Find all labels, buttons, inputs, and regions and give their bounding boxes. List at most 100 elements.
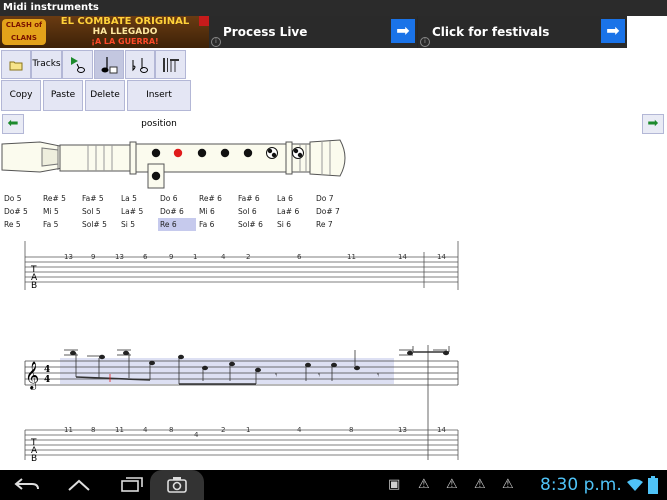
tab-staff-1[interactable]: T A B 13 9 13 6 9 1 4 2 6 11 14 14 — [0, 236, 470, 296]
paste-label: Paste — [50, 90, 76, 100]
note-option[interactable]: La 6 — [277, 192, 313, 205]
warning-icon[interactable]: ⚠ — [418, 470, 430, 500]
measure-icon — [162, 58, 179, 72]
note-option[interactable]: Re 7 — [316, 218, 352, 231]
ad-info-icon[interactable]: i — [211, 37, 221, 47]
fret-number: 9 — [169, 253, 173, 261]
screenshot-button[interactable] — [150, 470, 204, 500]
back-icon[interactable] — [14, 477, 40, 493]
fret-number: 8 — [169, 426, 173, 434]
note-label: Do# 5 — [4, 207, 28, 216]
arrow-right-icon[interactable]: ➡ — [601, 19, 625, 43]
note-option[interactable]: Fa 6 — [199, 218, 235, 231]
note-mode-button[interactable] — [94, 50, 124, 79]
note-label: Sol 5 — [82, 207, 101, 216]
hole-closed-icon — [243, 148, 253, 158]
note-option[interactable]: Sol 6 — [238, 205, 274, 218]
hole-double-icon — [292, 147, 304, 159]
play-button[interactable] — [62, 50, 93, 79]
fret-number: 6 — [143, 253, 148, 261]
rest-mode-button[interactable] — [125, 50, 155, 79]
note-option[interactable]: La# 6 — [277, 205, 313, 218]
warning-icon[interactable]: ⚠ — [474, 470, 486, 500]
ad-banner[interactable]: CLASH of CLANS EL COMBATE ORIGINAL HA LL… — [0, 16, 627, 48]
note-option[interactable]: Mi 5 — [43, 205, 79, 218]
note-label: Mi 6 — [199, 207, 215, 216]
note-label: Si 5 — [121, 220, 136, 229]
warning-icon[interactable]: ⚠ — [446, 470, 458, 500]
hole-double-icon — [266, 147, 278, 159]
note-option[interactable]: Do# 7 — [316, 205, 352, 218]
insert-position-button[interactable]: Insert position — [127, 80, 191, 129]
note-option[interactable]: La 5 — [121, 192, 157, 205]
note-option[interactable]: Re 5 — [4, 218, 40, 231]
ad-clash-of-clans[interactable]: CLASH of CLANS EL COMBATE ORIGINAL HA LL… — [0, 16, 209, 48]
note-option[interactable]: Mi 6 — [199, 205, 235, 218]
warning-icon[interactable]: ⚠ — [502, 470, 514, 500]
fret-number: 4 — [143, 426, 148, 434]
recent-apps-icon[interactable] — [120, 477, 144, 493]
fret-number: 11 — [115, 426, 124, 434]
note-option[interactable]: Do# 5 — [4, 205, 40, 218]
recorder-icon — [1, 139, 346, 189]
home-icon[interactable] — [66, 478, 92, 492]
note-label: Do 7 — [316, 194, 334, 203]
note-option[interactable]: Sol 5 — [82, 205, 118, 218]
note-option[interactable]: Fa# 5 — [82, 192, 118, 205]
thumb-hole-icon — [151, 171, 161, 181]
tracks-button[interactable]: Tracks — [31, 50, 62, 79]
note-label: Do# 7 — [316, 207, 340, 216]
clash-logo-text: CLASH of CLANS — [5, 21, 43, 42]
note-label: Si 6 — [277, 220, 292, 229]
fret-number: 4 — [194, 431, 199, 439]
fret-number: 8 — [349, 426, 353, 434]
fret-number: 2 — [221, 426, 225, 434]
note-option[interactable]: Do 5 — [4, 192, 40, 205]
fret-number: 11 — [347, 253, 356, 261]
clash-line-2: HA LLEGADO — [92, 27, 158, 37]
fret-number: 4 — [221, 253, 226, 261]
note-option[interactable]: Fa 5 — [43, 218, 79, 231]
paste-button[interactable]: Paste — [43, 80, 83, 111]
fret-number: 14 — [437, 426, 446, 434]
ad-festivals[interactable]: i Click for festivals ➡ — [418, 16, 627, 48]
folder-icon — [9, 61, 23, 71]
copy-button[interactable]: Copy — [1, 80, 41, 111]
hole-closed-icon — [197, 148, 207, 158]
measure-button[interactable] — [155, 50, 186, 79]
ad-process-live[interactable]: i Process Live ➡ — [209, 16, 417, 48]
note-option[interactable]: Sol# 5 — [82, 218, 118, 231]
arrow-right-icon[interactable]: ➡ — [391, 19, 415, 43]
note-option[interactable]: Do 6 — [160, 192, 196, 205]
delete-button[interactable]: Delete — [85, 80, 125, 111]
music-staff-2[interactable]: 𝄞 4 4 𝄾 𝄾 𝄾 T A B 11 8 11 4 8 4 2 1 4 8 … — [0, 340, 470, 470]
note-label: Do 6 — [160, 194, 178, 203]
note-label: Do 5 — [4, 194, 22, 203]
ad-process-live-label: Process Live — [223, 25, 308, 39]
recorder-fingering-chart — [1, 139, 346, 189]
ad-info-icon[interactable]: i — [420, 37, 430, 47]
note-option[interactable]: Sol# 6 — [238, 218, 274, 231]
note-option[interactable]: Re# 5 — [43, 192, 79, 205]
note-option[interactable]: Si 6 — [277, 218, 313, 231]
next-button[interactable]: ➡ — [642, 114, 664, 134]
note-label: Sol# 6 — [238, 220, 263, 229]
note-option[interactable]: Fa# 6 — [238, 192, 274, 205]
note-option-selected[interactable]: Re 6 — [158, 218, 196, 231]
note-option[interactable]: Re# 6 — [199, 192, 235, 205]
note-option[interactable]: Do 7 — [316, 192, 352, 205]
clock[interactable]: 8:30 p.m. — [540, 470, 622, 500]
tracks-label: Tracks — [32, 59, 61, 69]
clash-logo: CLASH of CLANS — [2, 19, 46, 45]
fret-number: 8 — [91, 426, 95, 434]
note-option[interactable]: Do# 6 — [160, 205, 196, 218]
note-option[interactable]: La# 5 — [121, 205, 157, 218]
gallery-notification-icon[interactable]: ▣ — [388, 470, 400, 500]
previous-button[interactable]: ⬅ — [2, 114, 24, 134]
note-option[interactable]: Si 5 — [121, 218, 157, 231]
open-folder-button[interactable] — [1, 50, 31, 79]
ad-festivals-label: Click for festivals — [432, 25, 550, 39]
fret-number: 6 — [297, 253, 302, 261]
fret-number: 2 — [246, 253, 250, 261]
ad-corner-badge — [199, 16, 209, 26]
